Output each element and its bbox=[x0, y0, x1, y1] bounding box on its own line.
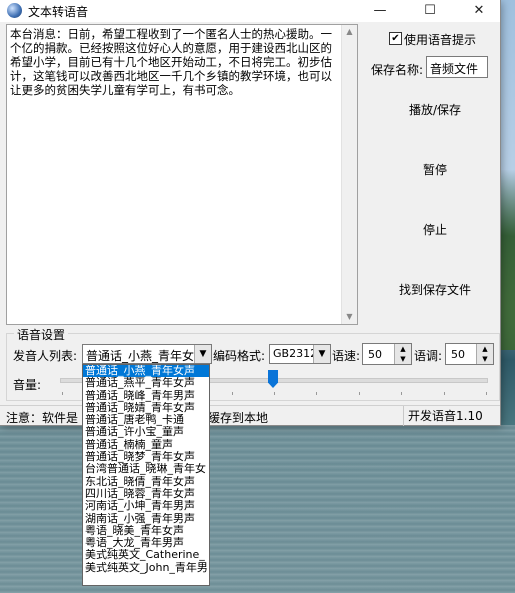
pitch-spinner[interactable]: 50 ▲ ▼ bbox=[445, 343, 494, 365]
chevron-down-icon[interactable]: ▼ bbox=[313, 345, 330, 363]
window-title: 文本转语音 bbox=[28, 5, 89, 19]
pause-button[interactable]: 暂停 bbox=[370, 157, 500, 183]
use-voice-prompt-label[interactable]: 使用语音提示 bbox=[404, 31, 476, 48]
speaker-option[interactable]: 普通话_楠楠_童声 bbox=[83, 439, 209, 451]
speaker-option[interactable]: 普通话_燕平_青年女声 bbox=[83, 377, 209, 389]
spin-up-icon[interactable]: ▲ bbox=[394, 344, 411, 354]
background-water bbox=[0, 425, 515, 593]
status-bar: 注意：软件是 频缓存到本地 开发语音1.10 bbox=[0, 405, 500, 426]
app-globe-icon bbox=[7, 3, 22, 18]
spin-up-icon[interactable]: ▲ bbox=[476, 344, 493, 354]
slider-tick bbox=[274, 392, 275, 395]
speed-spinner[interactable]: 50 ▲ ▼ bbox=[362, 343, 412, 365]
vertical-scrollbar[interactable]: ▲ ▼ bbox=[341, 25, 357, 324]
spin-down-icon[interactable]: ▼ bbox=[476, 354, 493, 364]
speaker-option[interactable]: 普通话_晓梦_青年女声 bbox=[83, 451, 209, 463]
speaker-option[interactable]: 粤语_大龙_青年男声 bbox=[83, 537, 209, 549]
speaker-option[interactable]: 普通话_晓峰_青年男声 bbox=[83, 390, 209, 402]
speaker-dropdown-list[interactable]: 普通话_小燕_青年女声 普通话_燕平_青年女声 普通话_晓峰_青年男声 普通话_晓婧_… bbox=[82, 364, 210, 586]
text-content[interactable]: 本台消息：日前，希望工程收到了一个匿名人士的热心援助。一个亿的捐款。已经按照这位… bbox=[10, 27, 340, 97]
speaker-option[interactable]: 湖南话_小强_青年男声 bbox=[83, 513, 209, 525]
slider-tick bbox=[401, 392, 403, 395]
speaker-option[interactable]: 普通话_小燕_青年女声 bbox=[83, 365, 209, 378]
maximize-button[interactable]: ☐ bbox=[413, 0, 447, 22]
slider-tick bbox=[443, 392, 445, 395]
speaker-list-label: 发音人列表: bbox=[13, 349, 78, 363]
speaker-option[interactable]: 台湾普通话_晓琳_青年女 bbox=[83, 463, 209, 475]
encoding-select-value: GB2312 bbox=[273, 347, 318, 360]
find-saved-file-button[interactable]: 找到保存文件 bbox=[370, 277, 500, 303]
speaker-select[interactable]: 普通话_小燕_青年女 ▼ bbox=[82, 344, 212, 364]
pitch-value[interactable]: 50 bbox=[451, 348, 465, 361]
text-input-area[interactable]: 本台消息：日前，希望工程收到了一个匿名人士的热心援助。一个亿的捐款。已经按照这位… bbox=[6, 24, 358, 325]
volume-label: 音量: bbox=[13, 378, 42, 392]
version-label: 开发语音1.10 bbox=[403, 406, 500, 426]
slider-tick bbox=[62, 392, 63, 395]
play-save-button[interactable]: 播放/保存 bbox=[370, 97, 500, 123]
spin-down-icon[interactable]: ▼ bbox=[394, 354, 411, 364]
pitch-label: 语调: bbox=[414, 349, 443, 363]
scroll-down-icon[interactable]: ▼ bbox=[342, 310, 357, 324]
speaker-option[interactable]: 东北话_晓倩_青年女声 bbox=[83, 476, 209, 488]
speaker-select-value: 普通话_小燕_青年女 bbox=[86, 349, 195, 363]
speaker-option[interactable]: 普通话_唐老鸭_卡通 bbox=[83, 414, 209, 426]
chevron-down-icon[interactable]: ▼ bbox=[194, 345, 211, 363]
encoding-select[interactable]: GB2312 ▼ bbox=[269, 344, 331, 364]
speed-value[interactable]: 50 bbox=[368, 348, 382, 361]
voice-settings-group bbox=[6, 333, 500, 401]
encoding-label: 编码格式: bbox=[213, 349, 266, 363]
slider-tick bbox=[486, 392, 487, 395]
slider-tick bbox=[358, 392, 360, 395]
close-button[interactable]: ✕ bbox=[462, 0, 496, 22]
save-name-input[interactable]: 音频文件 bbox=[426, 56, 488, 78]
speaker-option[interactable]: 美式纯英文_Catherine_ bbox=[83, 549, 209, 561]
use-voice-prompt-checkbox[interactable]: ✔ bbox=[389, 32, 402, 45]
slider-tick bbox=[231, 392, 233, 395]
voice-settings-title: 语音设置 bbox=[14, 326, 69, 343]
stop-button[interactable]: 停止 bbox=[370, 217, 500, 243]
scroll-up-icon[interactable]: ▲ bbox=[342, 25, 357, 39]
speaker-option[interactable]: 美式纯英文_John_青年男 bbox=[83, 562, 209, 574]
tts-window: 文本转语音 — ☐ ✕ 本台消息：日前，希望工程收到了一个匿名人士的热心援助。一… bbox=[0, 0, 500, 426]
speed-label: 语速: bbox=[332, 349, 361, 363]
slider-tick bbox=[316, 392, 318, 395]
speaker-option[interactable]: 普通话_许小宝_童声 bbox=[83, 426, 209, 438]
minimize-button[interactable]: — bbox=[363, 0, 397, 22]
speaker-option[interactable]: 河南话_小坤_青年男声 bbox=[83, 500, 209, 512]
speaker-option[interactable]: 粤语_晓美_青年女声 bbox=[83, 525, 209, 537]
title-bar: 文本转语音 — ☐ ✕ bbox=[0, 0, 500, 22]
speaker-option[interactable]: 四川话_晓蓉_青年女声 bbox=[83, 488, 209, 500]
save-name-label: 保存名称: bbox=[371, 63, 424, 77]
speaker-option[interactable]: 普通话_晓婧_青年女声 bbox=[83, 402, 209, 414]
